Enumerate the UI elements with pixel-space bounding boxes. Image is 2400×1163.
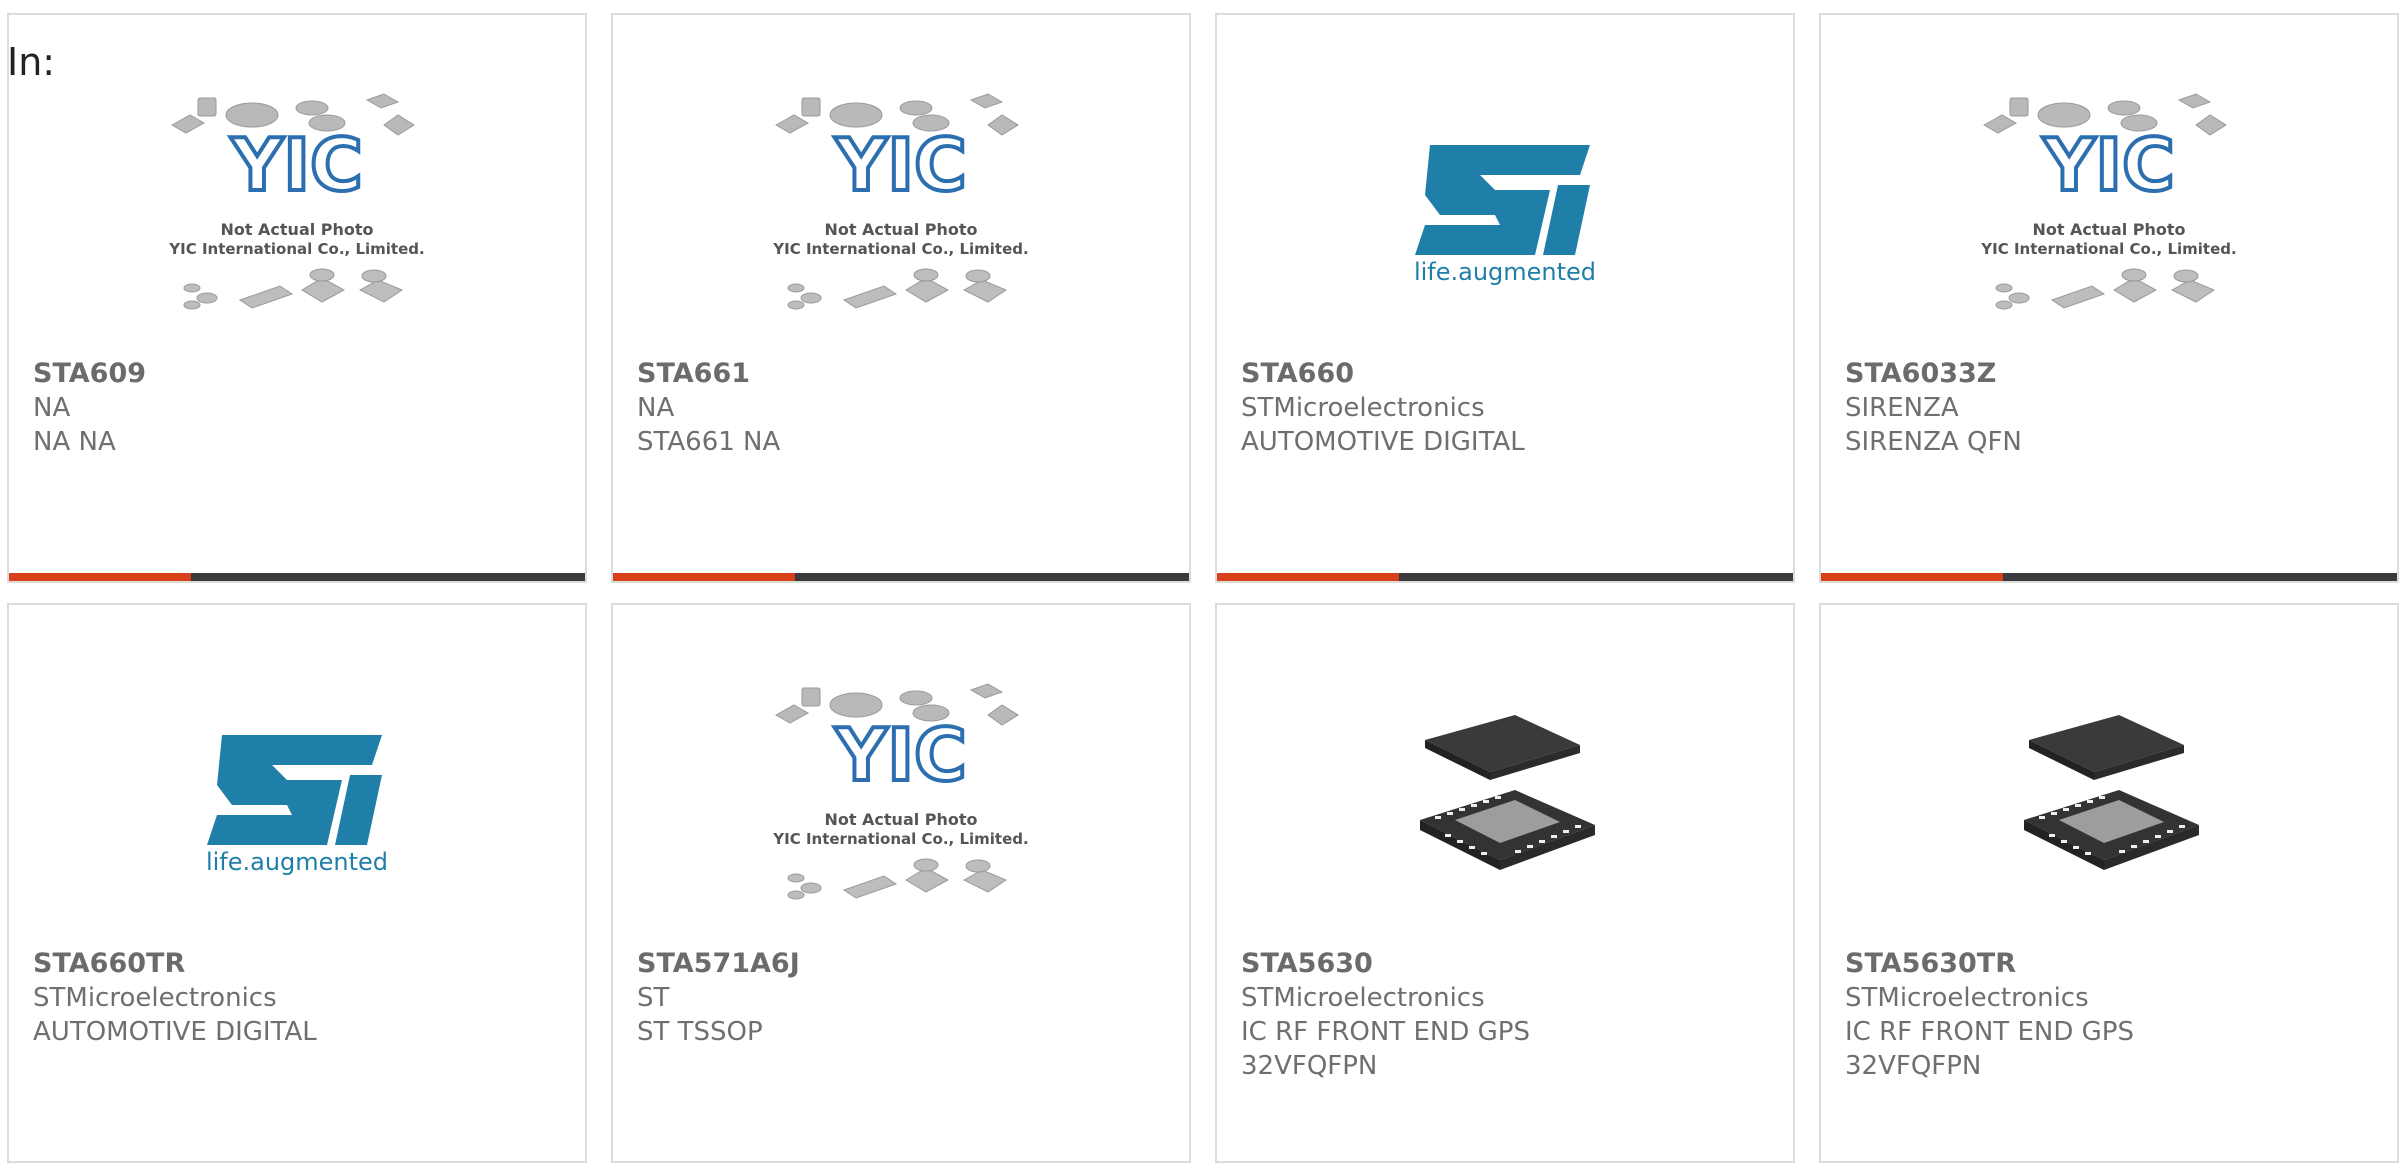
placeholder-line2: YIC International Co., Limited.: [168, 240, 424, 258]
card-bar-accent: [613, 573, 795, 581]
product-image[interactable]: YIC Not Actual Photo YIC International C…: [1821, 85, 2397, 335]
part-number[interactable]: STA660: [1241, 357, 1773, 391]
yic-placeholder-icon: YIC Not Actual Photo YIC International C…: [772, 93, 1029, 310]
st-tagline: life.augmented: [1414, 258, 1596, 285]
product-card[interactable]: STA5630 STMicroelectronics IC RF FRONT E…: [1215, 603, 1795, 1163]
description: STA661 NA: [637, 427, 781, 457]
description: IC RF FRONT END GPS 32VFQFPN: [1845, 1017, 2134, 1081]
card-bar: [1217, 573, 1793, 581]
card-bar: [1821, 573, 2397, 581]
product-card[interactable]: STA5630TR STMicroelectronics IC RF FRONT…: [1819, 603, 2399, 1163]
card-bar: [9, 573, 585, 581]
description: AUTOMOTIVE DIGITAL: [1241, 427, 1525, 457]
card-bar-accent: [1821, 573, 2003, 581]
product-card[interactable]: YIC Not Actual Photo YIC International C…: [611, 13, 1191, 583]
product-card[interactable]: life.augmented STA660 STMicroelectronics…: [1215, 13, 1795, 583]
svg-text:YIC: YIC: [834, 123, 967, 207]
manufacturer: ST: [637, 983, 670, 1013]
placeholder-line1: Not Actual Photo: [220, 220, 373, 239]
svg-text:YIC: YIC: [230, 123, 363, 207]
st-logo-icon: life.augmented: [1414, 145, 1596, 285]
manufacturer: STMicroelectronics: [1241, 393, 1485, 423]
product-card[interactable]: life.augmented STA660TR STMicroelectroni…: [7, 603, 587, 1163]
manufacturer: STMicroelectronics: [1845, 983, 2089, 1013]
placeholder-line1: Not Actual Photo: [2032, 220, 2185, 239]
product-image[interactable]: life.augmented: [1217, 85, 1793, 335]
description: SIRENZA QFN: [1845, 427, 2022, 457]
part-number[interactable]: STA661: [637, 357, 1169, 391]
product-image[interactable]: life.augmented: [9, 675, 585, 925]
product-image[interactable]: YIC Not Actual Photo YIC International C…: [613, 85, 1189, 335]
card-bar: [613, 573, 1189, 581]
yic-placeholder-icon: YIC Not Actual Photo YIC International C…: [772, 683, 1029, 900]
in-label: In:: [7, 40, 56, 84]
st-logo-icon: life.augmented: [206, 735, 388, 875]
qfn-chip-icon: [1420, 715, 1595, 870]
manufacturer: STMicroelectronics: [1241, 983, 1485, 1013]
manufacturer: STMicroelectronics: [33, 983, 277, 1013]
st-tagline: life.augmented: [206, 848, 388, 875]
yic-placeholder-icon: YIC Not Actual Photo YIC International C…: [1980, 93, 2237, 310]
placeholder-line2: YIC International Co., Limited.: [772, 240, 1028, 258]
qfn-chip-icon: [2024, 715, 2199, 870]
yic-placeholder-icon: YIC Not Actual Photo YIC International C…: [168, 93, 425, 310]
description: ST TSSOP: [637, 1017, 763, 1047]
placeholder-line2: YIC International Co., Limited.: [1980, 240, 2236, 258]
placeholder-line1: Not Actual Photo: [824, 220, 977, 239]
product-card[interactable]: YIC Not Actual Photo YIC International C…: [7, 13, 587, 583]
placeholder-line2: YIC International Co., Limited.: [772, 830, 1028, 848]
product-image[interactable]: YIC Not Actual Photo YIC International C…: [9, 85, 585, 335]
part-number[interactable]: STA5630TR: [1845, 947, 2377, 981]
description: NA NA: [33, 427, 116, 457]
description: IC RF FRONT END GPS 32VFQFPN: [1241, 1017, 1530, 1081]
svg-text:YIC: YIC: [2042, 123, 2175, 207]
product-image[interactable]: YIC Not Actual Photo YIC International C…: [613, 675, 1189, 925]
svg-text:YIC: YIC: [834, 713, 967, 797]
part-number[interactable]: STA5630: [1241, 947, 1773, 981]
manufacturer: NA: [637, 393, 675, 423]
product-card[interactable]: YIC Not Actual Photo YIC International C…: [611, 603, 1191, 1163]
placeholder-line1: Not Actual Photo: [824, 810, 977, 829]
description: AUTOMOTIVE DIGITAL: [33, 1017, 317, 1047]
product-image[interactable]: [1217, 675, 1793, 925]
card-bar-accent: [9, 573, 191, 581]
product-card[interactable]: YIC Not Actual Photo YIC International C…: [1819, 13, 2399, 583]
product-image[interactable]: [1821, 675, 2397, 925]
part-number[interactable]: STA6033Z: [1845, 357, 2377, 391]
part-number[interactable]: STA571A6J: [637, 947, 1169, 981]
part-number[interactable]: STA609: [33, 357, 565, 391]
manufacturer: SIRENZA: [1845, 393, 1959, 423]
card-bar-accent: [1217, 573, 1399, 581]
part-number[interactable]: STA660TR: [33, 947, 565, 981]
manufacturer: NA: [33, 393, 71, 423]
